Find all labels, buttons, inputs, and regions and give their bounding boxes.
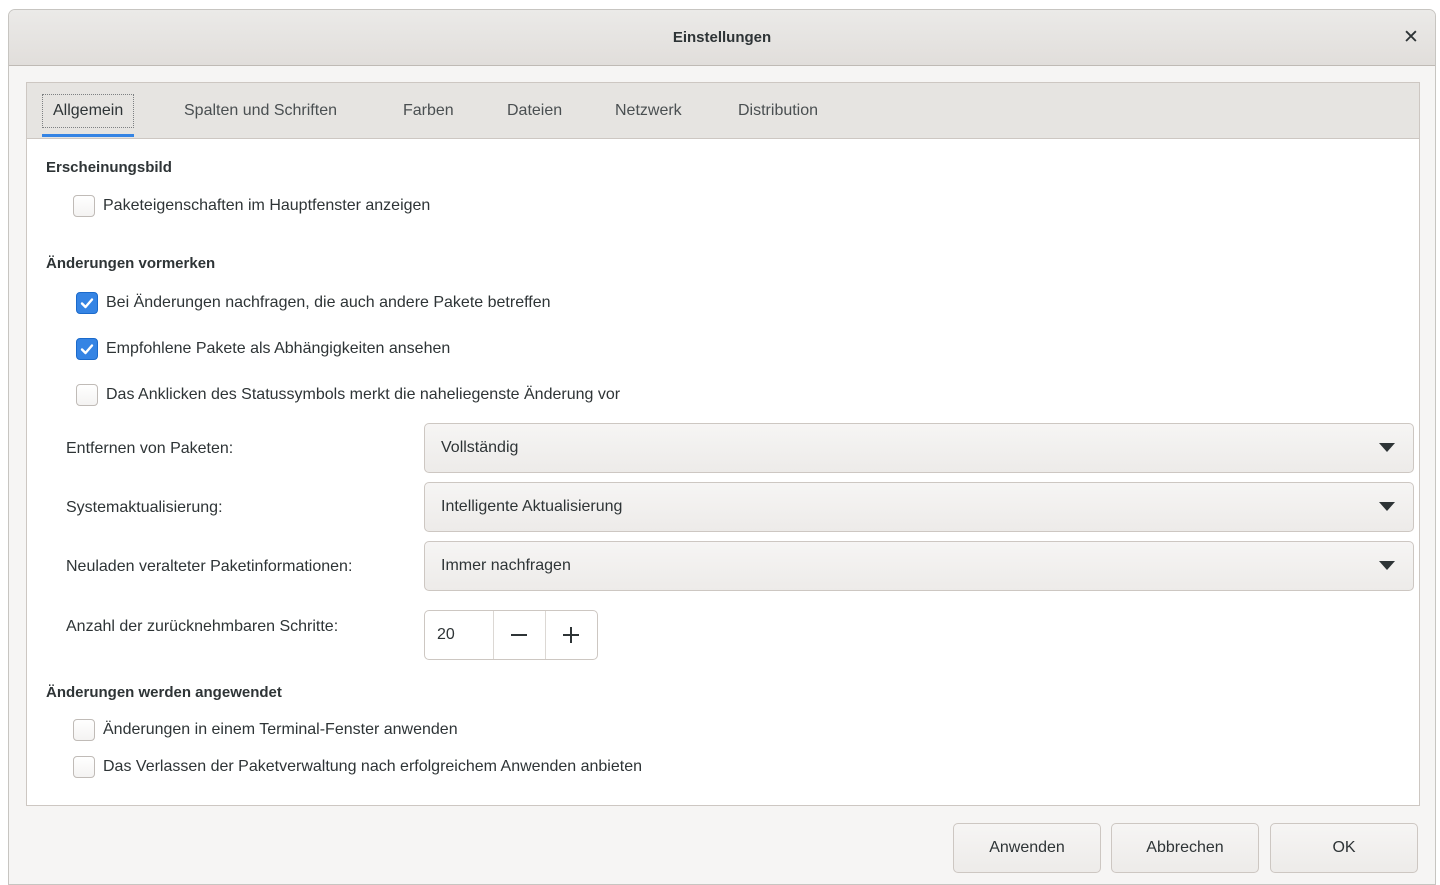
- minus-icon: [511, 634, 528, 636]
- tab-spalten-und-schriften[interactable]: Spalten und Schriften: [184, 83, 337, 139]
- decrement-button[interactable]: [494, 611, 546, 659]
- checkbox-box[interactable]: [76, 338, 98, 360]
- tab-label: Farben: [403, 102, 454, 119]
- cancel-button[interactable]: Abbrechen: [1111, 823, 1259, 873]
- combo-value: Vollständig: [441, 439, 519, 456]
- ok-button[interactable]: OK: [1270, 823, 1418, 873]
- plus-icon: [563, 627, 580, 643]
- upgrade-combo[interactable]: Intelligente Aktualisierung: [424, 482, 1414, 532]
- tab-label: Distribution: [738, 102, 819, 119]
- tab-label: Allgemein: [42, 94, 135, 128]
- tab-label: Dateien: [507, 102, 563, 119]
- combo-value: Intelligente Aktualisierung: [441, 498, 623, 515]
- checkmark-icon: [80, 298, 94, 309]
- checkbox-offer-quit[interactable]: Das Verlassen der Paketverwaltung nach e…: [73, 756, 642, 778]
- tab-allgemein[interactable]: Allgemein: [42, 83, 135, 139]
- reload-combo[interactable]: Immer nachfragen: [424, 541, 1414, 591]
- settings-notebook: Allgemein Spalten und Schriften Farben D…: [26, 82, 1420, 806]
- undo-steps-label: Anzahl der zurücknehmbaren Schritte:: [66, 618, 339, 635]
- removal-combo[interactable]: Vollständig: [424, 423, 1414, 473]
- active-tab-indicator: [42, 134, 135, 137]
- checkbox-box[interactable]: [73, 195, 95, 217]
- checkbox-ask-on-changes[interactable]: Bei Änderungen nachfragen, die auch ande…: [76, 292, 550, 314]
- undo-steps-spinbutton: 20: [424, 610, 598, 660]
- checkbox-box[interactable]: [76, 384, 98, 406]
- checkbox-status-click-marks[interactable]: Das Anklicken des Statussymbols merkt di…: [76, 384, 620, 406]
- close-icon: ✕: [1403, 26, 1419, 48]
- checkmark-icon: [80, 344, 94, 355]
- checkbox-label: Bei Änderungen nachfragen, die auch ande…: [106, 294, 551, 311]
- titlebar: Einstellungen ✕: [9, 10, 1435, 66]
- removal-label: Entfernen von Paketen:: [66, 440, 234, 457]
- checkbox-recommends-as-deps[interactable]: Empfohlene Pakete als Abhängigkeiten ans…: [76, 338, 450, 360]
- tab-label: Netzwerk: [615, 102, 682, 119]
- undo-steps-input[interactable]: 20: [425, 611, 495, 659]
- preferences-dialog: Einstellungen ✕ Allgemein Spalten und Sc…: [8, 9, 1436, 885]
- section-title-appearance: Erscheinungsbild: [46, 159, 172, 176]
- checkbox-show-package-properties[interactable]: Paketeigenschaften im Hauptfenster anzei…: [73, 195, 430, 217]
- checkbox-box[interactable]: [73, 756, 95, 778]
- checkbox-box[interactable]: [76, 292, 98, 314]
- dropdown-arrow-icon: [1379, 502, 1395, 511]
- checkbox-label: Empfohlene Pakete als Abhängigkeiten ans…: [106, 340, 451, 357]
- tab-label: Spalten und Schriften: [184, 102, 337, 119]
- checkbox-apply-in-terminal[interactable]: Änderungen in einem Terminal-Fenster anw…: [73, 719, 458, 741]
- checkbox-label: Das Anklicken des Statussymbols merkt di…: [106, 386, 621, 403]
- window-title: Einstellungen: [672, 29, 772, 46]
- checkbox-label: Änderungen in einem Terminal-Fenster anw…: [103, 721, 458, 738]
- tab-dateien[interactable]: Dateien: [507, 83, 562, 139]
- tab-netzwerk[interactable]: Netzwerk: [615, 83, 682, 139]
- section-title-applying: Änderungen werden angewendet: [46, 684, 282, 701]
- tab-farben[interactable]: Farben: [403, 83, 454, 139]
- dropdown-arrow-icon: [1379, 561, 1395, 570]
- apply-button[interactable]: Anwenden: [953, 823, 1101, 873]
- increment-button[interactable]: [546, 611, 597, 659]
- checkbox-label: Das Verlassen der Paketverwaltung nach e…: [103, 758, 642, 775]
- checkbox-box[interactable]: [73, 719, 95, 741]
- tab-distribution[interactable]: Distribution: [738, 83, 818, 139]
- checkbox-label: Paketeigenschaften im Hauptfenster anzei…: [103, 197, 431, 214]
- combo-value: Immer nachfragen: [441, 557, 571, 574]
- close-button[interactable]: ✕: [1397, 23, 1425, 51]
- dropdown-arrow-icon: [1379, 443, 1395, 452]
- section-title-marking: Änderungen vormerken: [46, 255, 216, 272]
- reload-label: Neuladen veralteter Paketinformationen:: [66, 558, 353, 575]
- upgrade-label: Systemaktualisierung:: [66, 499, 223, 516]
- tab-bar: Allgemein Spalten und Schriften Farben D…: [27, 83, 1419, 139]
